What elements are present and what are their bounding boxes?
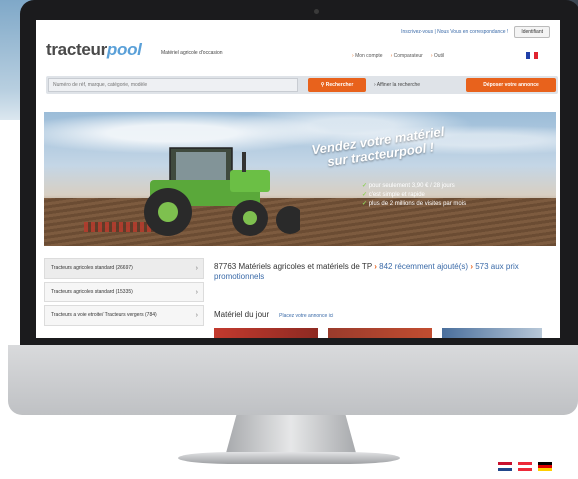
chevron-right-icon: ›: [195, 288, 198, 296]
monitor-base: [178, 452, 400, 464]
benefit-item: pour seulement 3,90 € / 28 jours: [362, 182, 466, 191]
search-input[interactable]: [48, 78, 298, 92]
refine-search-link[interactable]: › Affiner la recherche: [374, 82, 420, 88]
search-button[interactable]: ⚲ Rechercher: [308, 78, 366, 92]
listing-count: 87763 Matériels agricoles et matériels d…: [214, 262, 373, 271]
site-tagline: Matériel agricole d'occasion: [161, 50, 223, 56]
comparator-link[interactable]: Comparateur: [391, 53, 423, 59]
search-bar: ⚲ Rechercher › Affiner la recherche Dépo…: [46, 76, 558, 94]
chevron-right-icon: ›: [195, 312, 198, 319]
recent-link[interactable]: 842 récemment ajouté(s): [379, 262, 468, 271]
my-account-link[interactable]: Mon compte: [352, 53, 383, 59]
tractor-image: [144, 147, 300, 236]
signup-link[interactable]: Inscrivez-vous | Nous Vous en correspond…: [401, 29, 508, 35]
daily-title: Matériel du jour: [214, 310, 270, 319]
german-flag-icon[interactable]: [538, 462, 552, 471]
monitor-chin: [8, 345, 578, 415]
language-flags: [498, 462, 552, 471]
website-screen: Inscrivez-vous | Nous Vous en correspond…: [36, 20, 560, 338]
french-flag-icon[interactable]: [526, 52, 538, 59]
benefit-item: plus de 2 millions de visites par mois: [362, 200, 466, 209]
place-ad-link[interactable]: Placez votre annonce ici: [279, 313, 333, 319]
dutch-flag-icon[interactable]: [498, 462, 512, 471]
top-links: Inscrivez-vous | Nous Vous en correspond…: [401, 26, 550, 38]
category-sidebar: Tracteurs agricoles standard (26697) › Tr…: [44, 258, 204, 329]
listing-summary: 87763 Matériels agricoles et matériels d…: [214, 262, 519, 281]
site-logo[interactable]: tracteurpool: [46, 40, 142, 60]
sidebar-item[interactable]: Tracteurs a voie etroite/ Tracteurs verg…: [44, 305, 204, 326]
benefit-item: c'est simple et rapide: [362, 191, 466, 200]
tool-link[interactable]: Outil: [431, 53, 444, 59]
account-links: Mon compte Comparateur Outil: [352, 53, 444, 59]
listing-thumbnail[interactable]: [328, 328, 432, 338]
listing-thumbnail[interactable]: [214, 328, 318, 338]
banner-sky: [44, 112, 556, 182]
sidebar-item[interactable]: Tracteurs agricoles standard (26697) ›: [44, 258, 204, 279]
post-ad-button[interactable]: Déposer votre annonce: [466, 78, 556, 92]
login-button[interactable]: Identifiant: [514, 26, 550, 38]
sidebar-item[interactable]: Tracteurs agricoles standard (15335) ›: [44, 281, 204, 302]
promo-banner[interactable]: Vendez votre matériel sur tracteurpool !…: [44, 112, 556, 246]
daily-thumbnails: [214, 328, 542, 338]
camera-icon: [314, 9, 319, 14]
chevron-right-icon: ›: [195, 265, 198, 272]
listing-thumbnail[interactable]: [442, 328, 542, 338]
banner-benefits: pour seulement 3,90 € / 28 jours c'est s…: [362, 182, 466, 209]
monitor-stand: [226, 415, 356, 453]
austrian-flag-icon[interactable]: [518, 462, 532, 471]
daily-section: Matériel du jour Placez votre annonce ic…: [214, 310, 333, 319]
